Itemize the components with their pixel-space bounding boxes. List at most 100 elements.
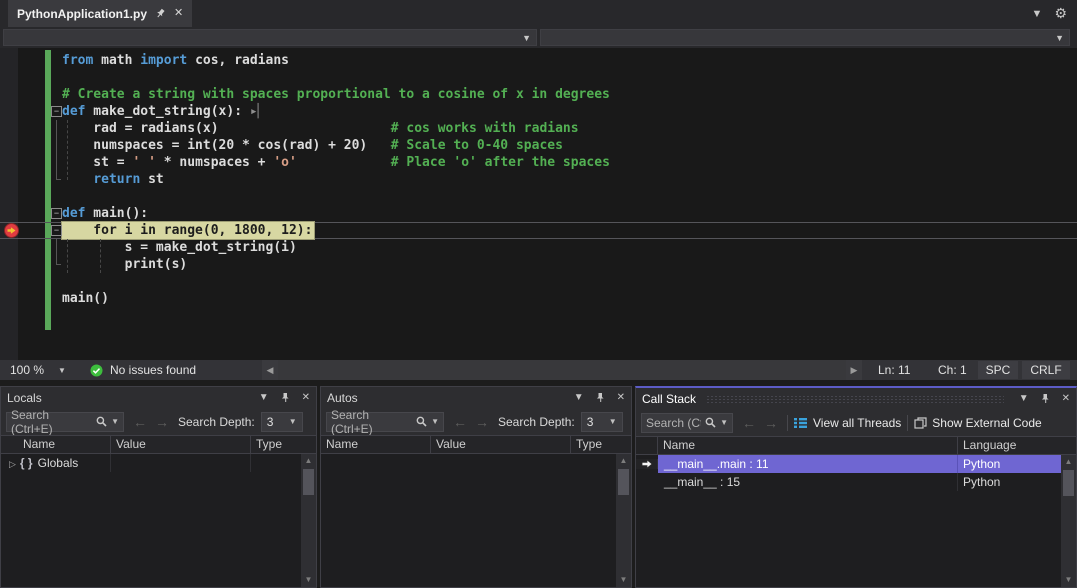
line-ending-button[interactable]: CRLF [1022, 361, 1070, 379]
code-line[interactable]: numspaces = int(20 * cos(rad) + 20) # Sc… [0, 137, 1077, 154]
variable-row[interactable]: ▷{ }Globals [1, 454, 301, 472]
search-next-icon[interactable]: → [764, 415, 778, 431]
code-line[interactable] [0, 307, 1077, 324]
hscroll-track[interactable] [278, 360, 846, 380]
scroll-down-icon[interactable]: ▼ [305, 573, 313, 587]
scroll-down-icon[interactable]: ▼ [620, 573, 628, 587]
breakpoint-current-statement-icon[interactable] [4, 223, 19, 238]
code-line[interactable] [0, 188, 1077, 205]
scrollbar-thumb[interactable] [303, 469, 314, 495]
view-all-threads-button[interactable]: View all Threads [794, 416, 901, 430]
pin-icon[interactable] [155, 8, 166, 19]
scroll-up-icon[interactable]: ▲ [305, 454, 313, 468]
fold-collapse-icon[interactable]: − [51, 106, 62, 117]
variable-value-cell[interactable] [111, 454, 251, 472]
column-header-name[interactable]: Name [321, 436, 431, 453]
code-line[interactable]: −def main(): [0, 205, 1077, 222]
document-list-chevron-icon[interactable]: ▼ [1032, 8, 1043, 20]
frame-language-cell[interactable]: Python [958, 473, 1061, 491]
pin-icon[interactable] [1040, 393, 1051, 404]
fold-collapse-icon[interactable]: − [51, 208, 62, 219]
code-line[interactable] [0, 69, 1077, 86]
scroll-up-icon[interactable]: ▲ [620, 454, 628, 468]
code-line[interactable] [0, 273, 1077, 290]
close-icon[interactable]: ✕ [174, 8, 183, 19]
stack-frame-row[interactable]: __main__ : 15Python [636, 473, 1061, 491]
code-line[interactable]: from math import cos, radians [0, 52, 1077, 69]
autos-title-bar[interactable]: Autos ▼ ✕ [321, 387, 631, 408]
column-header-type[interactable]: Type [251, 436, 316, 453]
code-line[interactable]: # Create a string with spaces proportion… [0, 86, 1077, 103]
scrollbar-thumb[interactable] [618, 469, 629, 495]
locals-title-bar[interactable]: Locals ▼ ✕ [1, 387, 316, 408]
variable-type-cell[interactable] [251, 454, 301, 472]
scrollbar-thumb[interactable] [1063, 470, 1074, 496]
pin-icon[interactable] [595, 392, 606, 403]
close-icon[interactable]: ✕ [617, 392, 625, 403]
search-depth-dropdown[interactable]: 3 ▼ [261, 412, 303, 432]
autos-scrollbar[interactable]: ▲ ▼ [616, 454, 631, 587]
spaces-toggle-button[interactable]: SPC [978, 361, 1018, 379]
search-prev-icon[interactable]: ← [742, 415, 756, 431]
code-line[interactable]: print(s) [0, 256, 1077, 273]
window-position-chevron-icon[interactable]: ▼ [1019, 393, 1029, 404]
code-line[interactable]: − for i in range(0, 1800, 12): [0, 222, 1077, 239]
close-icon[interactable]: ✕ [302, 392, 310, 403]
search-input[interactable]: Search (Ctrl+E) ▼ [6, 412, 124, 432]
pin-icon[interactable] [280, 392, 291, 403]
column-header-type[interactable]: Type [571, 436, 631, 453]
variable-name-cell[interactable]: ▷{ }Globals [1, 454, 111, 472]
expander-icon[interactable]: ▷ [9, 459, 16, 469]
frame-language-cell[interactable]: Python [958, 455, 1061, 473]
column-header-value[interactable]: Value [111, 436, 251, 453]
scroll-up-icon[interactable]: ▲ [1065, 455, 1073, 469]
code-editor[interactable]: from math import cos, radians # Create a … [0, 48, 1077, 360]
search-next-icon[interactable]: → [475, 414, 489, 430]
call-stack-title-bar[interactable]: Call Stack ▼ ✕ [636, 388, 1076, 409]
members-dropdown[interactable]: ▼ [540, 29, 1070, 46]
code-line[interactable]: main() [0, 290, 1077, 307]
locals-grid-header[interactable]: Name Value Type [1, 435, 316, 454]
column-header-value[interactable]: Value [431, 436, 571, 453]
tab-pythonapplication1[interactable]: PythonApplication1.py ✕ [8, 0, 192, 27]
search-icon [96, 416, 107, 427]
code-line[interactable]: st = ' ' * numspaces + 'o' # Place 'o' a… [0, 154, 1077, 171]
code-line[interactable]: −def make_dot_string(x): ▸▏ [0, 103, 1077, 120]
issues-indicator[interactable]: No issues found [90, 360, 196, 380]
column-header-name[interactable]: Name [658, 437, 958, 454]
frame-name-cell[interactable]: __main__.main : 11 [658, 455, 958, 473]
options-gear-icon[interactable]: ⚙ [1054, 5, 1067, 22]
code-line[interactable]: s = make_dot_string(i) [0, 239, 1077, 256]
column-header-language[interactable]: Language [958, 437, 1076, 454]
chevron-down-icon[interactable]: ▼ [720, 418, 728, 427]
search-input[interactable]: Search (Ctrl+E) ▼ [326, 412, 444, 432]
column-header-name[interactable]: Name [1, 436, 111, 453]
stack-frame-row[interactable]: __main__.main : 11Python [636, 455, 1061, 473]
window-position-chevron-icon[interactable]: ▼ [259, 392, 269, 403]
scroll-down-icon[interactable]: ▼ [1065, 573, 1073, 587]
search-input[interactable]: Search (Ctrl ▼ [641, 413, 733, 433]
search-prev-icon[interactable]: ← [133, 414, 147, 430]
hscroll-right-arrow[interactable]: ▶ [846, 360, 862, 380]
code-line[interactable]: rad = radians(x) # cos works with radian… [0, 120, 1077, 137]
code-line[interactable]: return st [0, 171, 1077, 188]
search-prev-icon[interactable]: ← [453, 414, 467, 430]
call-stack-scrollbar[interactable]: ▲ ▼ [1061, 455, 1076, 587]
drag-grip[interactable] [706, 394, 1004, 403]
call-stack-grid-header[interactable]: Name Language [636, 436, 1076, 455]
hscroll-left-arrow[interactable]: ◀ [262, 360, 278, 380]
search-depth-dropdown[interactable]: 3 ▼ [581, 412, 623, 432]
chevron-down-icon[interactable]: ▼ [111, 417, 119, 426]
window-position-chevron-icon[interactable]: ▼ [574, 392, 584, 403]
locals-scrollbar[interactable]: ▲ ▼ [301, 454, 316, 587]
close-icon[interactable]: ✕ [1062, 393, 1070, 404]
show-external-code-button[interactable]: Show External Code [914, 416, 1041, 430]
fold-collapse-icon[interactable]: − [51, 225, 62, 236]
frame-name-cell[interactable]: __main__ : 15 [658, 473, 958, 491]
autos-grid-header[interactable]: Name Value Type [321, 435, 631, 454]
types-dropdown[interactable]: ▼ [3, 29, 537, 46]
code-token: print(s) [62, 257, 187, 272]
zoom-level-dropdown[interactable]: 100 % ▼ [4, 360, 66, 380]
search-next-icon[interactable]: → [155, 414, 169, 430]
chevron-down-icon[interactable]: ▼ [431, 417, 439, 426]
